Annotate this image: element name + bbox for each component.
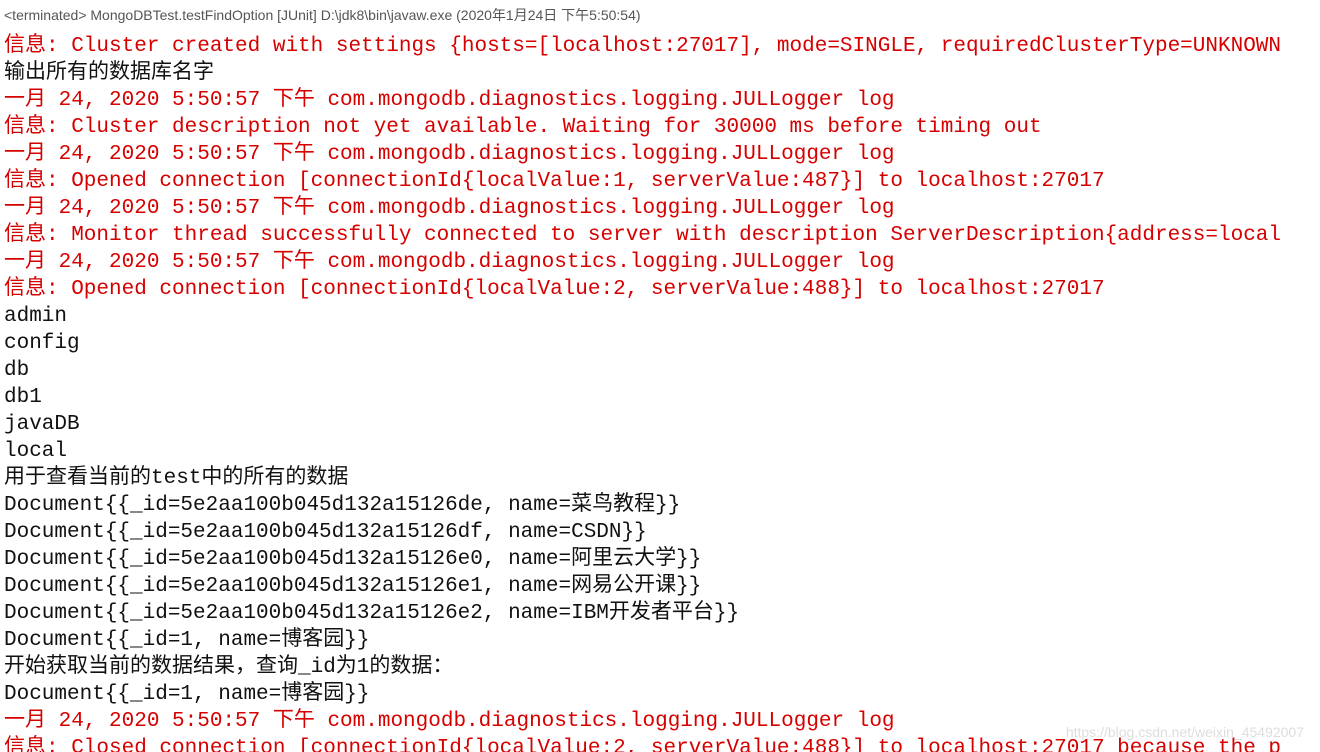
console-line: 信息: Monitor thread successfully connecte… [4, 222, 1316, 249]
console-line: 一月 24, 2020 5:50:57 下午 com.mongodb.diagn… [4, 708, 1316, 735]
console-line: local [4, 438, 1316, 465]
console-line: 一月 24, 2020 5:50:57 下午 com.mongodb.diagn… [4, 195, 1316, 222]
console-line: Document{{_id=5e2aa100b045d132a15126e0, … [4, 546, 1316, 573]
console-line: 信息: Cluster description not yet availabl… [4, 114, 1316, 141]
console-line: 一月 24, 2020 5:50:57 下午 com.mongodb.diagn… [4, 87, 1316, 114]
console-line: javaDB [4, 411, 1316, 438]
console-line: config [4, 330, 1316, 357]
console-line: 信息: Cluster created with settings {hosts… [4, 33, 1316, 60]
console-line: 一月 24, 2020 5:50:57 下午 com.mongodb.diagn… [4, 141, 1316, 168]
console-header: <terminated> MongoDBTest.testFindOption … [0, 0, 1320, 33]
console-line: Document{{_id=5e2aa100b045d132a15126e1, … [4, 573, 1316, 600]
console-line: Document{{_id=5e2aa100b045d132a15126de, … [4, 492, 1316, 519]
console-line: db1 [4, 384, 1316, 411]
console-line: admin [4, 303, 1316, 330]
console-line: Document{{_id=1, name=博客园}} [4, 681, 1316, 708]
console-line: 一月 24, 2020 5:50:57 下午 com.mongodb.diagn… [4, 249, 1316, 276]
console-line: Document{{_id=5e2aa100b045d132a15126df, … [4, 519, 1316, 546]
console-line: 信息: Closed connection [connectionId{loca… [4, 735, 1316, 752]
console-output[interactable]: 信息: Cluster created with settings {hosts… [0, 33, 1320, 752]
console-line: 信息: Opened connection [connectionId{loca… [4, 276, 1316, 303]
console-line: 输出所有的数据库名字 [4, 60, 1316, 87]
console-line: Document{{_id=1, name=博客园}} [4, 627, 1316, 654]
console-line: 开始获取当前的数据结果，查询_id为1的数据： [4, 654, 1316, 681]
console-line: Document{{_id=5e2aa100b045d132a15126e2, … [4, 600, 1316, 627]
console-line: 用于查看当前的test中的所有的数据 [4, 465, 1316, 492]
console-line: db [4, 357, 1316, 384]
console-line: 信息: Opened connection [connectionId{loca… [4, 168, 1316, 195]
